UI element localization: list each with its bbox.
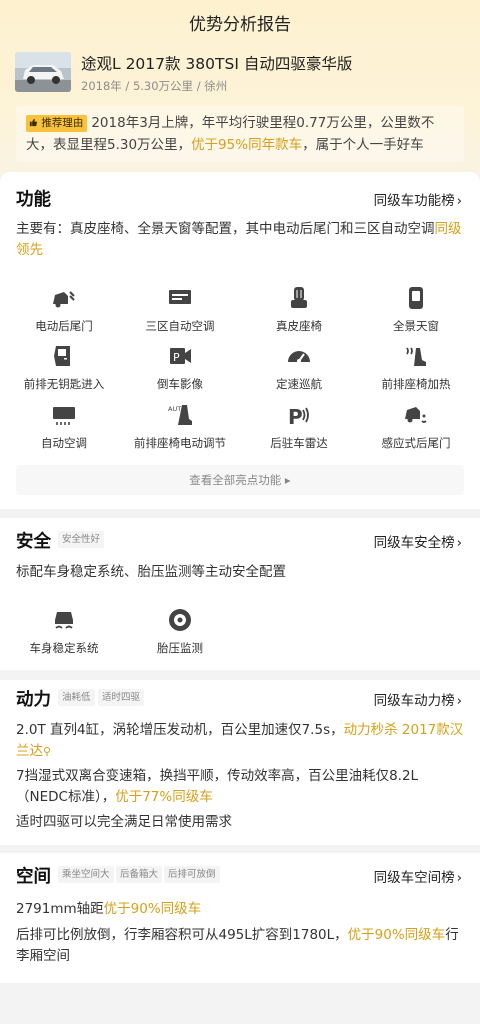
function-rank-link[interactable]: 同级车功能榜 › xyxy=(374,189,462,209)
reason-text-2: ，属于个人一手好车 xyxy=(302,137,424,153)
power-tag: 适时四驱 xyxy=(98,689,145,706)
space-tag: 后备箱大 xyxy=(116,866,163,883)
tire-pressure-icon xyxy=(169,609,191,631)
svg-text:AUTO: AUTO xyxy=(168,405,186,413)
feature-item[interactable]: 前排无钥匙进入 xyxy=(4,342,124,392)
feature-item[interactable]: P 倒车影像 xyxy=(120,342,240,392)
feature-item[interactable]: 定速巡航 xyxy=(239,342,359,392)
space-wheelbase-text: 2791mm轴距优于90%同级车 xyxy=(16,901,202,917)
parking-radar-icon: P xyxy=(288,405,309,429)
feature-item[interactable]: 前排座椅加热 xyxy=(356,342,476,392)
feature-item[interactable]: 电动后尾门 xyxy=(4,284,124,334)
sensor-tailgate-icon xyxy=(405,407,427,423)
recommend-reason: 推荐理由 2018年3月上牌，年平均行驶里程0.77万公里，公里数不大，表显里程… xyxy=(16,106,464,162)
space-title: 空间 xyxy=(16,867,51,887)
reason-highlight: 优于95%同年款车 xyxy=(191,137,303,153)
space-tag: 乘坐空间大 xyxy=(58,866,114,883)
leather-seat-icon xyxy=(291,287,307,308)
feature-item[interactable]: 自动空调 xyxy=(4,401,124,451)
car-meta: 2018年 / 5.30万公里 / 徐州 xyxy=(81,79,228,93)
view-all-features-button[interactable]: 查看全部亮点功能 ▸ xyxy=(16,465,464,495)
keyless-entry-icon xyxy=(54,346,70,366)
feature-item[interactable]: 三区自动空调 xyxy=(120,284,240,334)
feature-item[interactable]: 真皮座椅 xyxy=(239,284,359,334)
feature-item[interactable]: 车身稳定系统 xyxy=(4,606,124,656)
svg-text:P: P xyxy=(173,351,180,364)
reverse-camera-icon: P xyxy=(170,348,191,364)
function-summary: 主要有：真皮座椅、全景天窗等配置，其中电动后尾门和三区自动空调同级领先 xyxy=(16,221,462,258)
power-tailgate-icon xyxy=(53,291,75,308)
feature-item[interactable]: 感应式后尾门 xyxy=(356,401,476,451)
page-title: 优势分析报告 xyxy=(189,15,291,35)
power-gearbox-text: 7挡湿式双离合变速箱，换挡平顺，传动效率高，百公里油耗仅8.2L（NEDC标准）… xyxy=(16,768,419,805)
safety-rank-link[interactable]: 同级车安全榜 › xyxy=(374,531,462,551)
function-card: 功能 同级车功能榜 › 主要有：真皮座椅、全景天窗等配置，其中电动后尾门和三区自动… xyxy=(0,172,480,509)
feature-item[interactable]: P 后驻车雷达 xyxy=(239,401,359,451)
thumbs-up-icon xyxy=(29,118,38,127)
feature-item[interactable]: 胎压监测 xyxy=(120,606,240,656)
power-tag: 油耗低 xyxy=(58,689,95,706)
seat-heating-icon xyxy=(406,347,426,366)
safety-title: 安全 xyxy=(16,532,51,552)
safety-summary: 标配车身稳定系统、胎压监测等主动安全配置 xyxy=(16,564,286,580)
feature-item[interactable]: AUTO 前排座椅电动调节 xyxy=(120,401,240,451)
power-card: 动力 油耗低 适时四驱 同级车动力榜 › 2.0T 直列4缸，涡轮增压发动机，百公… xyxy=(0,680,480,845)
power-awd-text: 适时四驱可以完全满足日常使用需求 xyxy=(16,814,232,830)
space-card: 空间 乘坐空间大 后备箱大 后排可放倒 同级车空间榜 › 2791mm轴距优于90… xyxy=(0,853,480,983)
power-engine-text: 2.0T 直列4缸，涡轮增压发动机，百公里加速仅7.5s，动力秒杀 2017款汉… xyxy=(16,722,464,759)
feature-item[interactable]: 全景天窗 xyxy=(356,284,476,334)
stability-control-icon xyxy=(55,612,73,629)
chevron-right-icon: › xyxy=(456,693,462,709)
panoramic-sunroof-icon xyxy=(409,287,423,309)
chevron-right-icon: › xyxy=(456,193,462,209)
function-title: 功能 xyxy=(16,190,51,210)
chevron-right-icon: › xyxy=(456,535,462,551)
space-rank-link[interactable]: 同级车空间榜 › xyxy=(374,866,462,886)
safety-tag: 安全性好 xyxy=(58,531,105,548)
power-seat-icon: AUTO xyxy=(168,405,192,425)
space-trunk-text: 后排可比例放倒，行李厢容积可从495L扩容到1780L，优于90%同级车行李厢空… xyxy=(16,927,459,964)
power-title: 动力 xyxy=(16,690,51,710)
search-icon[interactable]: ⚲ xyxy=(43,745,51,758)
space-tag: 后排可放倒 xyxy=(164,866,220,883)
power-rank-link[interactable]: 同级车动力榜 › xyxy=(374,689,462,709)
safety-card: 安全 安全性好 同级车安全榜 › 标配车身稳定系统、胎压监测等主动安全配置 车身稳… xyxy=(0,518,480,670)
car-title: 途观L 2017款 380TSI 自动四驱豪华版 xyxy=(81,55,353,73)
auto-ac-icon xyxy=(53,407,75,425)
recommend-tag: 推荐理由 xyxy=(26,115,88,132)
svg-text:P: P xyxy=(288,405,303,429)
tri-zone-ac-icon xyxy=(169,290,191,304)
car-photo[interactable] xyxy=(15,52,71,92)
chevron-right-icon: › xyxy=(456,870,462,886)
cruise-control-icon xyxy=(288,351,310,363)
